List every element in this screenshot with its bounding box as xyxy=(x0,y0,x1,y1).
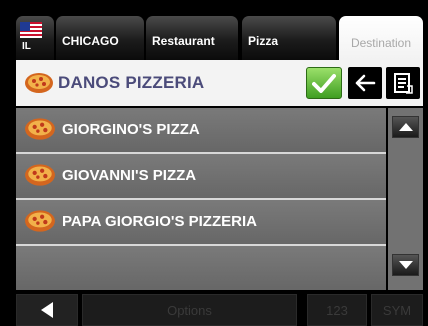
scrollbar xyxy=(388,108,423,290)
list-view-icon xyxy=(394,73,413,94)
tab-city-label: CHICAGO xyxy=(62,34,119,48)
list-item[interactable]: PAPA GIORGIO'S PIZZERIA xyxy=(16,200,386,246)
pizza-icon xyxy=(25,210,55,232)
list-item[interactable]: GIOVANNI'S PIZZA xyxy=(16,154,386,200)
tab-category-label: Restaurant xyxy=(152,34,215,48)
bottom-toolbar: Options 123 SYM xyxy=(0,290,428,326)
breadcrumb-tabs: IL CHICAGO Restaurant Pizza Destination xyxy=(0,0,428,60)
tab-state[interactable]: IL xyxy=(16,16,54,60)
empty-list-row xyxy=(16,246,386,290)
tab-category[interactable]: Restaurant xyxy=(146,16,238,60)
tab-destination-label: Destination xyxy=(350,36,412,50)
results-list: GIORGINO'S PIZZA GIOVANNI'S PIZZA PAPA G… xyxy=(16,108,386,290)
triangle-left-icon xyxy=(41,302,53,318)
tab-subcategory-label: Pizza xyxy=(248,34,279,48)
pizza-icon xyxy=(25,118,55,140)
tab-subcategory[interactable]: Pizza xyxy=(242,16,336,60)
scroll-up-button[interactable] xyxy=(392,116,419,138)
list-item[interactable]: GIORGINO'S PIZZA xyxy=(16,108,386,154)
symbols-keyboard-button[interactable]: SYM xyxy=(371,294,423,326)
confirm-button[interactable] xyxy=(306,67,342,99)
tab-destination[interactable]: Destination xyxy=(339,16,423,60)
tab-city[interactable]: CHICAGO xyxy=(56,16,144,60)
selected-destination-bar: DANOS PIZZERIA xyxy=(16,60,423,106)
symbols-label: SYM xyxy=(382,302,412,318)
page-title: DANOS PIZZERIA xyxy=(58,73,205,92)
list-item-label: PAPA GIORGIO'S PIZZERIA xyxy=(62,213,257,230)
options-button[interactable]: Options xyxy=(82,294,297,326)
state-code: IL xyxy=(22,41,31,52)
confirm-check-icon xyxy=(312,74,336,93)
pizza-icon xyxy=(25,164,55,186)
backspace-button[interactable] xyxy=(348,67,382,99)
pizza-icon xyxy=(25,73,53,93)
list-item-label: GIORGINO'S PIZZA xyxy=(62,121,200,138)
numbers-keyboard-button[interactable]: 123 xyxy=(307,294,367,326)
scroll-down-button[interactable] xyxy=(392,254,419,276)
numbers-label: 123 xyxy=(326,302,348,318)
navigation-screen: IL CHICAGO Restaurant Pizza Destination … xyxy=(0,0,428,326)
backspace-arrow-icon xyxy=(355,74,376,92)
back-button[interactable] xyxy=(16,294,78,326)
list-item-label: GIOVANNI'S PIZZA xyxy=(62,167,197,184)
triangle-down-icon xyxy=(398,261,413,269)
list-view-button[interactable] xyxy=(386,67,420,99)
options-label: Options xyxy=(167,302,212,318)
triangle-up-icon xyxy=(398,123,413,131)
us-flag-icon xyxy=(20,22,42,38)
